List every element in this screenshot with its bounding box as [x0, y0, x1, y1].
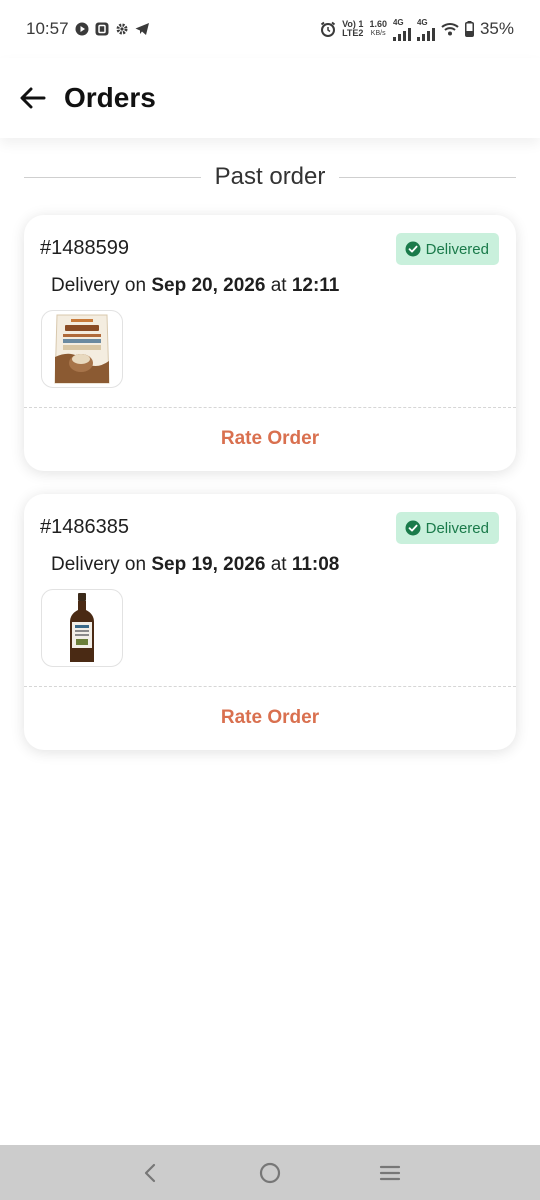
volte-indicator: Vo) 1 LTE2 [342, 20, 363, 38]
recents-menu-icon [379, 1165, 401, 1180]
order-card[interactable]: #1488599 Delivered Delivery on Sep 20, 2… [24, 215, 516, 471]
protein-mix-pouch-image [54, 314, 110, 384]
delivery-date: Sep 20, 2026 [151, 275, 266, 296]
speed-unit: KB/s [370, 30, 386, 37]
youtube-icon [75, 22, 89, 36]
speed-value: 1.60 [369, 19, 387, 29]
net-type-1: 4G [392, 17, 404, 27]
delivery-time: 11:08 [291, 554, 340, 575]
status-right: Vo) 1 LTE2 1.60 KB/s 4G 4G 35% [320, 18, 514, 41]
status-badge: Delivered [395, 512, 499, 544]
section-title: Past order [215, 163, 326, 191]
volte-bottom: LTE2 [342, 28, 364, 38]
page-title: Orders [64, 82, 156, 113]
home-circle-icon [259, 1162, 281, 1183]
back-button[interactable] [18, 83, 48, 113]
status-badge: Delivered [395, 233, 499, 265]
back-triangle-icon [144, 1163, 156, 1182]
divider-line-right [339, 176, 517, 178]
delivery-prefix: Delivery on [51, 275, 152, 296]
product-thumbnail[interactable] [41, 589, 123, 667]
divider-line-left [24, 176, 201, 178]
rate-order-button[interactable]: Rate Order [24, 407, 516, 471]
battery-percent: 35% [479, 19, 514, 38]
section-title-strong: order [269, 163, 326, 190]
order-card[interactable]: #1486385 Delivered Delivery on Sep 19, 2… [24, 494, 516, 750]
signal-1-icon: 4G [392, 17, 411, 41]
nav-recents-button[interactable] [370, 1153, 410, 1193]
status-bar: 10:57 Vo) 1 LTE2 1.60 KB/s 4G 4G 35% [0, 0, 540, 58]
check-circle-icon [405, 241, 421, 257]
notification-box-icon [95, 22, 109, 36]
network-speed: 1.60 KB/s [369, 20, 387, 38]
delivery-at: at [265, 275, 292, 296]
delivery-date: Sep 19, 2026 [151, 554, 266, 575]
past-order-divider: Past order [24, 160, 517, 194]
battery-icon [464, 21, 474, 37]
alarm-icon [320, 21, 336, 37]
delivery-at: at [265, 554, 292, 575]
order-id: #1488599 [40, 237, 129, 259]
nav-home-button[interactable] [250, 1153, 290, 1193]
net-type-2: 4G [416, 17, 428, 27]
app-header: Orders [0, 58, 540, 138]
section-title-light: Past [214, 163, 270, 190]
product-thumbnail[interactable] [41, 310, 123, 388]
delivery-time: 12:11 [291, 275, 340, 296]
delivery-prefix: Delivery on [51, 554, 152, 575]
system-nav-bar [0, 1145, 540, 1200]
rate-order-button[interactable]: Rate Order [24, 686, 516, 750]
status-text: Delivered [425, 519, 489, 537]
delivery-info: Delivery on Sep 19, 2026 at 11:08 [51, 554, 339, 576]
status-left: 10:57 [26, 19, 150, 39]
order-id: #1486385 [40, 516, 129, 538]
settings-icon [115, 22, 129, 36]
signal-2-icon: 4G [416, 17, 435, 41]
telegram-icon [135, 22, 150, 36]
nav-back-button[interactable] [130, 1153, 170, 1193]
status-text: Delivered [425, 240, 489, 258]
delivery-info: Delivery on Sep 20, 2026 at 12:11 [51, 275, 339, 297]
wifi-icon [441, 22, 459, 36]
status-time: 10:57 [26, 19, 69, 38]
arrow-left-icon [20, 87, 46, 109]
juice-bottle-image [70, 593, 94, 662]
check-circle-icon [405, 520, 421, 536]
